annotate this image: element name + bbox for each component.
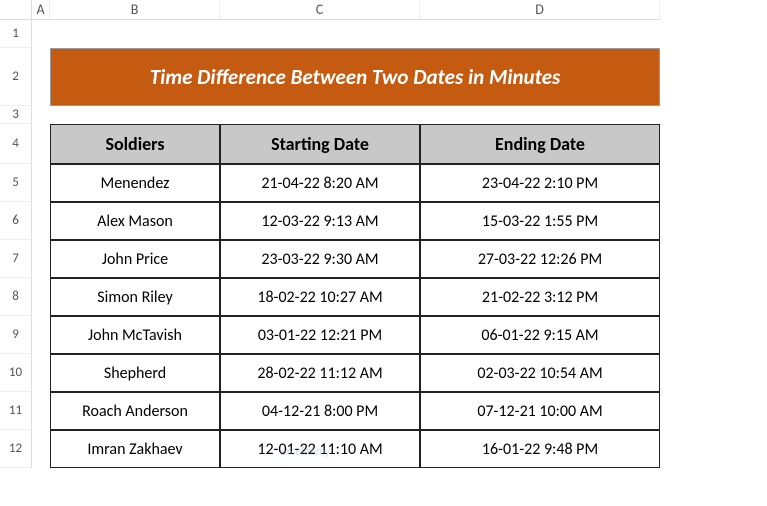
- row-header-8[interactable]: 8: [0, 278, 32, 316]
- table-row[interactable]: Imran Zakhaev: [50, 430, 220, 468]
- col-header-c[interactable]: C: [220, 0, 420, 20]
- row-header-3[interactable]: 3: [0, 106, 32, 124]
- cell-a9[interactable]: [32, 316, 50, 354]
- table-row[interactable]: 18-02-22 10:27 AM: [220, 278, 420, 316]
- title-cell[interactable]: Time Difference Between Two Dates in Min…: [50, 48, 660, 106]
- cell-b3[interactable]: [50, 106, 220, 124]
- table-header-start[interactable]: Starting Date: [220, 124, 420, 164]
- row-header-2[interactable]: 2: [0, 48, 32, 106]
- cell-b1[interactable]: [50, 20, 220, 48]
- table-row[interactable]: 04-12-21 8:00 PM: [220, 392, 420, 430]
- col-header-b[interactable]: B: [50, 0, 220, 20]
- spreadsheet-grid: A B C D 1 2 Time Difference Between Two …: [0, 0, 767, 468]
- cell-d3[interactable]: [420, 106, 660, 124]
- table-row[interactable]: 03-01-22 12:21 PM: [220, 316, 420, 354]
- cell-a11[interactable]: [32, 392, 50, 430]
- cell-a6[interactable]: [32, 202, 50, 240]
- table-row[interactable]: 28-02-22 11:12 AM: [220, 354, 420, 392]
- cell-a7[interactable]: [32, 240, 50, 278]
- cell-a5[interactable]: [32, 164, 50, 202]
- row-header-11[interactable]: 11: [0, 392, 32, 430]
- row-header-12[interactable]: 12: [0, 430, 32, 468]
- cell-a4[interactable]: [32, 124, 50, 164]
- row-header-5[interactable]: 5: [0, 164, 32, 202]
- table-row[interactable]: 07-12-21 10:00 AM: [420, 392, 660, 430]
- cell-d1[interactable]: [420, 20, 660, 48]
- col-header-a[interactable]: A: [32, 0, 50, 20]
- table-row[interactable]: 15-03-22 1:55 PM: [420, 202, 660, 240]
- table-row[interactable]: 06-01-22 9:15 AM: [420, 316, 660, 354]
- table-row[interactable]: 12-01-22 11:10 AM: [220, 430, 420, 468]
- cell-a1[interactable]: [32, 20, 50, 48]
- cell-c3[interactable]: [220, 106, 420, 124]
- table-row[interactable]: Simon Riley: [50, 278, 220, 316]
- cell-c1[interactable]: [220, 20, 420, 48]
- table-header-soldiers[interactable]: Soldiers: [50, 124, 220, 164]
- table-row[interactable]: 23-03-22 9:30 AM: [220, 240, 420, 278]
- table-row[interactable]: 21-02-22 3:12 PM: [420, 278, 660, 316]
- table-row[interactable]: 16-01-22 9:48 PM: [420, 430, 660, 468]
- table-row[interactable]: 23-04-22 2:10 PM: [420, 164, 660, 202]
- table-row[interactable]: 27-03-22 12:26 PM: [420, 240, 660, 278]
- table-row[interactable]: Menendez: [50, 164, 220, 202]
- table-row[interactable]: John McTavish: [50, 316, 220, 354]
- cell-a3[interactable]: [32, 106, 50, 124]
- cell-a10[interactable]: [32, 354, 50, 392]
- cell-a2[interactable]: [32, 48, 50, 106]
- col-header-d[interactable]: D: [420, 0, 660, 20]
- row-header-10[interactable]: 10: [0, 354, 32, 392]
- table-row[interactable]: Shepherd: [50, 354, 220, 392]
- table-row[interactable]: John Price: [50, 240, 220, 278]
- row-header-9[interactable]: 9: [0, 316, 32, 354]
- table-row[interactable]: 21-04-22 8:20 AM: [220, 164, 420, 202]
- table-row[interactable]: Roach Anderson: [50, 392, 220, 430]
- row-header-4[interactable]: 4: [0, 124, 32, 164]
- table-row[interactable]: 12-03-22 9:13 AM: [220, 202, 420, 240]
- table-row[interactable]: Alex Mason: [50, 202, 220, 240]
- row-header-1[interactable]: 1: [0, 20, 32, 48]
- cell-a8[interactable]: [32, 278, 50, 316]
- row-header-6[interactable]: 6: [0, 202, 32, 240]
- table-row[interactable]: 02-03-22 10:54 AM: [420, 354, 660, 392]
- cell-a12[interactable]: [32, 430, 50, 468]
- grid-corner: [0, 0, 32, 20]
- row-header-7[interactable]: 7: [0, 240, 32, 278]
- table-header-end[interactable]: Ending Date: [420, 124, 660, 164]
